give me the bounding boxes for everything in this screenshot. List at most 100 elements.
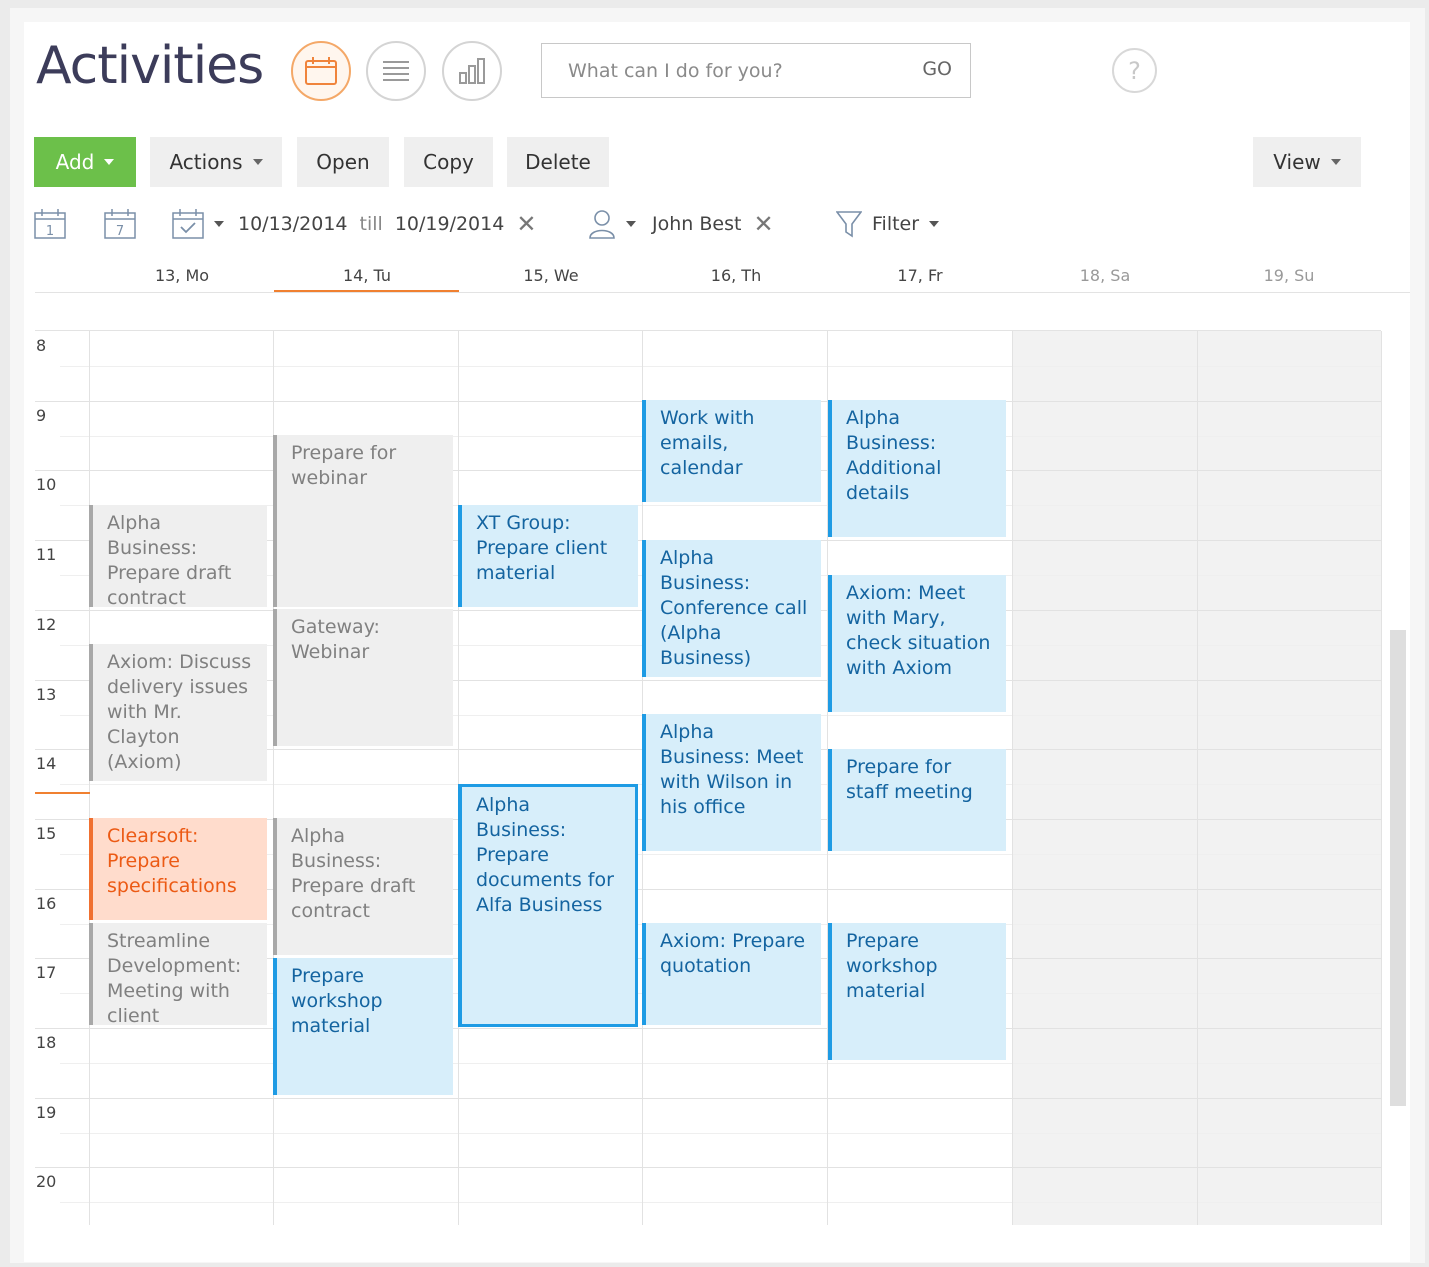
- vertical-scrollbar[interactable]: [1390, 630, 1406, 1106]
- owner-select-button[interactable]: [588, 209, 636, 239]
- event-we-2[interactable]: Alpha Business: Prepare documents for Al…: [458, 784, 638, 1027]
- event-fr-3[interactable]: Prepare for staff meeting: [828, 749, 1006, 851]
- event-mo-4[interactable]: Streamline Development: Meeting with cli…: [89, 923, 267, 1025]
- event-fr-2[interactable]: Axiom: Meet with Mary, check situation w…: [828, 575, 1006, 712]
- event-mo-3[interactable]: Clearsoft: Prepare specifications: [89, 818, 267, 920]
- question-icon: ?: [1128, 56, 1141, 85]
- half-hour-line: [60, 1133, 1381, 1134]
- add-button[interactable]: Add: [34, 137, 136, 187]
- event-th-1[interactable]: Work with emails, calendar: [642, 400, 821, 502]
- event-th-2[interactable]: Alpha Business: Conference call (Alpha B…: [642, 540, 821, 677]
- list-view-button[interactable]: [366, 41, 426, 101]
- hour-label: 14: [36, 754, 57, 773]
- hour-label: 12: [36, 615, 57, 634]
- day-column-line: [458, 331, 459, 1225]
- event-th-4[interactable]: Axiom: Prepare quotation: [642, 923, 821, 1025]
- day-header-fr[interactable]: 17, Fr: [828, 266, 1012, 285]
- event-tu-1[interactable]: Prepare for webinar: [273, 435, 453, 607]
- day-column-line: [1012, 331, 1013, 1225]
- event-we-1[interactable]: XT Group: Prepare client material: [458, 505, 638, 607]
- chevron-down-icon: [929, 221, 940, 227]
- hour-label: 11: [36, 545, 57, 564]
- event-mo-1[interactable]: Alpha Business: Prepare draft contract: [89, 505, 267, 607]
- date-to[interactable]: 10/19/2014: [395, 213, 505, 235]
- day-header-tu[interactable]: 14, Tu: [275, 266, 459, 285]
- period-select-button[interactable]: [172, 208, 224, 240]
- period-range: 10/13/2014 till 10/19/2014 ✕: [172, 206, 536, 242]
- hour-label: 17: [36, 963, 57, 982]
- clear-owner-close-icon[interactable]: ✕: [753, 210, 773, 238]
- open-button-label: Open: [316, 150, 370, 174]
- hour-label: 19: [36, 1103, 57, 1122]
- calendar-view-button[interactable]: [291, 41, 351, 101]
- command-search-input[interactable]: [542, 44, 902, 97]
- clear-period-close-icon[interactable]: ✕: [516, 210, 536, 238]
- day-header-mo[interactable]: 13, Mo: [90, 266, 274, 285]
- hour-label: 16: [36, 894, 57, 913]
- delete-button[interactable]: Delete: [507, 137, 609, 187]
- open-button[interactable]: Open: [297, 137, 389, 187]
- filter-label: Filter: [872, 213, 920, 235]
- calendar-icon: [305, 57, 337, 85]
- hour-line: [35, 1098, 1381, 1099]
- hour-label: 15: [36, 824, 57, 843]
- actions-button[interactable]: Actions: [150, 137, 282, 187]
- event-mo-2[interactable]: Axiom: Discuss delivery issues with Mr. …: [89, 644, 267, 781]
- owner-name: John Best: [652, 213, 742, 235]
- event-tu-2[interactable]: Gateway: Webinar: [273, 609, 453, 746]
- event-fr-1[interactable]: Alpha Business: Additional details: [828, 400, 1006, 537]
- help-button[interactable]: ?: [1112, 48, 1157, 93]
- week-icon-text: 7: [116, 224, 124, 239]
- day-column-line: [1197, 331, 1198, 1225]
- event-fr-4[interactable]: Prepare workshop material: [828, 923, 1006, 1060]
- chevron-down-icon: [1330, 159, 1341, 165]
- hour-label: 20: [36, 1172, 57, 1191]
- weekend-column-su: [1197, 331, 1381, 1225]
- event-th-3[interactable]: Alpha Business: Meet with Wilson in his …: [642, 714, 821, 851]
- day-period-button[interactable]: 1: [34, 206, 66, 242]
- chevron-down-icon: [252, 159, 263, 165]
- analytics-view-button[interactable]: [442, 41, 502, 101]
- owner-filter: John Best ✕: [588, 206, 774, 242]
- event-tu-4[interactable]: Prepare workshop material: [273, 958, 453, 1095]
- filter-button[interactable]: Filter: [836, 206, 940, 242]
- hour-label: 10: [36, 475, 57, 494]
- chevron-down-icon: [626, 221, 636, 227]
- view-button[interactable]: View: [1253, 137, 1361, 187]
- page-title: Activities: [36, 36, 264, 96]
- event-tu-3[interactable]: Alpha Business: Prepare draft contract: [273, 818, 453, 955]
- funnel-icon: [836, 211, 862, 238]
- calendar-day-icon: 1: [34, 209, 66, 239]
- half-hour-line: [60, 366, 1381, 367]
- chevron-down-icon: [214, 221, 224, 227]
- copy-button[interactable]: Copy: [404, 137, 493, 187]
- day-column-line: [1381, 331, 1382, 1225]
- calendar-week-icon: 7: [104, 209, 136, 239]
- chevron-down-icon: [104, 159, 115, 165]
- half-hour-line: [60, 1063, 1381, 1064]
- delete-button-label: Delete: [525, 150, 591, 174]
- date-from[interactable]: 10/13/2014: [238, 213, 348, 235]
- list-icon: [383, 61, 409, 81]
- hour-label: 9: [36, 406, 47, 425]
- current-time-line: [35, 792, 90, 794]
- day-header-sa[interactable]: 18, Sa: [1013, 266, 1197, 285]
- week-period-button[interactable]: 7: [104, 206, 136, 242]
- user-icon: [589, 210, 615, 239]
- hour-line: [35, 1167, 1381, 1168]
- bar-chart-icon: [459, 58, 485, 84]
- copy-button-label: Copy: [423, 150, 474, 174]
- calendar-check-icon: [172, 209, 204, 239]
- weekend-column-sa: [1012, 331, 1197, 1225]
- command-search: GO: [541, 43, 971, 98]
- actions-button-label: Actions: [169, 150, 243, 174]
- day-header-th[interactable]: 16, Th: [644, 266, 828, 285]
- header-separator: [35, 292, 1410, 293]
- add-button-label: Add: [55, 150, 95, 174]
- hour-line: [35, 1028, 1381, 1029]
- till-label: till: [359, 213, 383, 235]
- go-button[interactable]: GO: [922, 58, 952, 80]
- day-header-su[interactable]: 19, Su: [1197, 266, 1381, 285]
- half-hour-line: [60, 1202, 1381, 1203]
- day-header-we[interactable]: 15, We: [459, 266, 643, 285]
